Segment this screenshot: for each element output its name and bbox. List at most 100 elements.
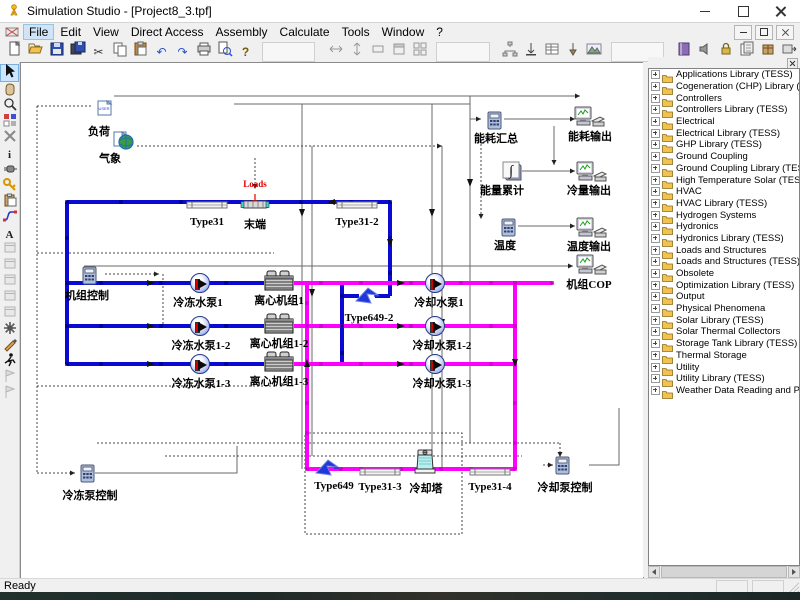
tree-item-utility-library-tess[interactable]: Utility Library (TESS) — [649, 373, 799, 385]
tree-item-cogeneration-chp-library-tess[interactable]: Cogeneration (CHP) Library (TESS) — [649, 81, 799, 93]
window-size-button[interactable] — [388, 42, 409, 62]
pipe-type31-2[interactable] — [336, 197, 378, 215]
tree-item-weather-data-reading-and-process[interactable]: Weather Data Reading and Process — [649, 385, 799, 397]
cut-button[interactable]: ✂ — [88, 42, 109, 62]
expand-icon[interactable] — [651, 129, 660, 138]
chw-pump-control[interactable] — [80, 464, 95, 488]
menu-item-calculate[interactable]: Calculate — [274, 24, 336, 40]
expand-icon[interactable] — [651, 222, 660, 231]
tree-item-high-temperature-solar-tess[interactable]: High Temperature Solar (TESS) — [649, 174, 799, 186]
landscape-button[interactable] — [584, 42, 605, 62]
tree-item-storage-tank-library-tess[interactable]: Storage Tank Library (TESS) — [649, 338, 799, 350]
resize-grip[interactable] — [789, 582, 799, 592]
expand-icon[interactable] — [651, 105, 660, 114]
pipe-type31[interactable] — [186, 197, 228, 215]
save-button[interactable] — [46, 42, 67, 62]
tree-item-ghp-library-tess[interactable]: GHP Library (TESS) — [649, 139, 799, 151]
menu-item-direct-access[interactable]: Direct Access — [125, 24, 210, 40]
tile-windows-button[interactable] — [409, 42, 430, 62]
expand-icon[interactable] — [651, 327, 660, 336]
expand-icon[interactable] — [651, 199, 660, 208]
close-button[interactable] — [762, 0, 800, 22]
tree-item-hydronics[interactable]: Hydronics — [649, 221, 799, 233]
hierarchy-button[interactable] — [500, 42, 521, 62]
tree-item-hydronics-library-tess[interactable]: Hydronics Library (TESS) — [649, 233, 799, 245]
expand-icon[interactable] — [651, 363, 660, 372]
tree-item-controllers-library-tess[interactable]: Controllers Library (TESS) — [649, 104, 799, 116]
menu-item-file[interactable]: File — [23, 24, 54, 40]
expand-icon[interactable] — [651, 176, 660, 185]
cw-pump-2[interactable] — [425, 316, 445, 336]
chw-pump-1[interactable] — [190, 273, 210, 293]
cw-pump-1[interactable] — [425, 273, 445, 293]
tree-item-loads-and-structures[interactable]: Loads and Structures — [649, 244, 799, 256]
minimize-button[interactable] — [686, 0, 724, 22]
tree-item-hvac-library-tess[interactable]: HVAC Library (TESS) — [649, 198, 799, 210]
resize-button[interactable] — [367, 42, 388, 62]
copy-button[interactable] — [109, 42, 130, 62]
paste-button[interactable] — [130, 42, 151, 62]
mdi-minimize-button[interactable] — [734, 25, 752, 40]
library-hscrollbar[interactable] — [648, 566, 800, 578]
help-button[interactable]: ? — [235, 42, 256, 62]
tree-item-ground-coupling[interactable]: Ground Coupling — [649, 151, 799, 163]
cooling-tower[interactable] — [413, 449, 437, 480]
expand-icon[interactable] — [651, 281, 660, 290]
menu-item-view[interactable]: View — [87, 24, 125, 40]
menu-item-edit[interactable]: Edit — [54, 24, 87, 40]
sort-descending-button[interactable] — [521, 42, 542, 62]
tree-item-hydrogen-systems[interactable]: Hydrogen Systems — [649, 209, 799, 221]
expand-icon[interactable] — [651, 339, 660, 348]
flag-2-tool-button[interactable] — [1, 386, 18, 402]
tree-item-obsolete[interactable]: Obsolete — [649, 268, 799, 280]
tree-item-utility[interactable]: Utility — [649, 361, 799, 373]
cw-pump-3[interactable] — [425, 354, 445, 374]
print-button[interactable] — [193, 42, 214, 62]
table-button[interactable] — [542, 42, 563, 62]
tree-item-applications-library-tess[interactable]: Applications Library (TESS) — [649, 69, 799, 81]
tree-item-solar-library-tess[interactable]: Solar Library (TESS) — [649, 314, 799, 326]
load-reader[interactable]: USER — [97, 100, 113, 121]
expand-icon[interactable] — [651, 257, 660, 266]
delete-tool-button[interactable] — [1, 130, 18, 146]
expand-icon[interactable] — [651, 246, 660, 255]
tree-item-controllers[interactable]: Controllers — [649, 92, 799, 104]
pipe-type31-4[interactable] — [469, 464, 511, 482]
expand-icon[interactable] — [651, 70, 660, 79]
tree-item-output[interactable]: Output — [649, 291, 799, 303]
terminal-unit[interactable] — [240, 198, 270, 216]
tree-item-electrical[interactable]: Electrical — [649, 116, 799, 128]
open-button[interactable] — [25, 42, 46, 62]
menu-item-window[interactable]: Window — [376, 24, 431, 40]
menu-item-assembly[interactable]: Assembly — [210, 24, 274, 40]
expand-icon[interactable] — [651, 140, 660, 149]
expand-icon[interactable] — [651, 234, 660, 243]
expand-icon[interactable] — [651, 187, 660, 196]
diverter-type649-2[interactable] — [354, 286, 380, 311]
tree-item-loads-and-structures-tess[interactable]: Loads and Structures (TESS) — [649, 256, 799, 268]
menu-item-help[interactable]: ? — [430, 24, 449, 40]
fit-horizontal-button[interactable] — [325, 42, 346, 62]
undo-button[interactable]: ↶ — [151, 42, 172, 62]
save-all-button[interactable] — [67, 42, 88, 62]
maximize-button[interactable] — [724, 0, 762, 22]
expand-icon[interactable] — [651, 164, 660, 173]
expand-icon[interactable] — [651, 211, 660, 220]
scroll-thumb[interactable] — [661, 566, 787, 578]
redo-button[interactable]: ↷ — [172, 42, 193, 62]
tree-item-solar-thermal-collectors[interactable]: Solar Thermal Collectors — [649, 326, 799, 338]
chw-pump-2[interactable] — [190, 316, 210, 336]
cw-pump-control[interactable] — [555, 456, 570, 480]
expand-icon[interactable] — [651, 94, 660, 103]
probe-button[interactable] — [563, 42, 584, 62]
tree-item-physical-phenomena[interactable]: Physical Phenomena — [649, 303, 799, 315]
tree-item-hvac[interactable]: HVAC — [649, 186, 799, 198]
expand-icon[interactable] — [651, 374, 660, 383]
unit-control[interactable] — [82, 266, 97, 290]
mdi-close-button[interactable] — [776, 25, 794, 40]
print-preview-button[interactable] — [214, 42, 235, 62]
chw-pump-3[interactable] — [190, 354, 210, 374]
scroll-left-button[interactable] — [648, 566, 660, 578]
tree-item-ground-coupling-library-tess[interactable]: Ground Coupling Library (TESS) — [649, 163, 799, 175]
expand-icon[interactable] — [651, 304, 660, 313]
